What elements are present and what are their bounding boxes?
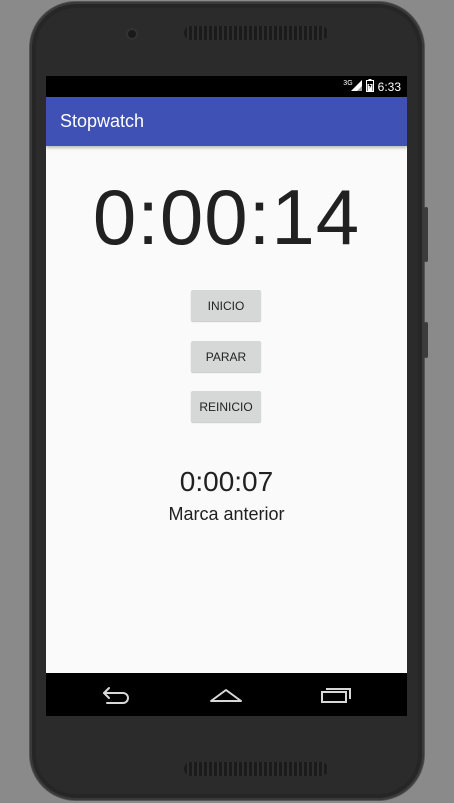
status-time: 6:33: [377, 80, 401, 94]
recents-icon[interactable]: [316, 681, 356, 709]
front-camera: [126, 28, 138, 40]
previous-time-label: Marca anterior: [168, 504, 285, 524]
back-icon[interactable]: [96, 681, 136, 709]
navigation-bar: [46, 673, 407, 716]
power-button: [424, 322, 428, 358]
battery-icon: [365, 79, 374, 95]
stop-button[interactable]: PARAR: [191, 341, 261, 372]
start-button[interactable]: INICIO: [191, 290, 261, 321]
home-icon[interactable]: [206, 681, 246, 709]
app-bar: Stopwatch: [46, 97, 407, 146]
volume-button: [424, 207, 428, 262]
reset-button[interactable]: REINICIO: [191, 391, 261, 422]
top-speaker-grille: [184, 26, 328, 40]
network-type-label: 3G: [343, 79, 353, 87]
previous-time-display: 0:00:07: [179, 466, 274, 497]
status-bar: 3G 6:33: [46, 76, 407, 97]
status-icons: 3G 6:33: [343, 79, 401, 95]
app-screen: 3G 6:33 Stopwatch 0:00:14 INICIO PARAR R…: [46, 76, 407, 716]
current-time-display: 0:00:14: [92, 173, 361, 261]
app-title: Stopwatch: [60, 111, 145, 131]
bottom-speaker-grille: [184, 762, 328, 776]
